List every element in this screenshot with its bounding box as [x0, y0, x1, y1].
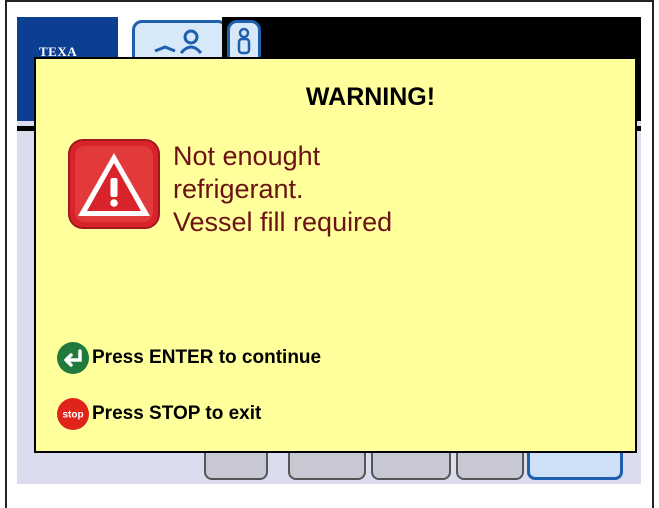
- enter-hint-text: Press ENTER to continue: [92, 347, 322, 368]
- warning-message: Not enought refrigerant. Vessel fill req…: [173, 140, 392, 239]
- stop-hint: stop Press STOP to exit: [56, 397, 261, 431]
- message-line-3: Vessel fill required: [173, 206, 393, 237]
- warning-icon: [67, 138, 161, 230]
- message-line-2: refrigerant.: [173, 173, 304, 204]
- stop-icon: stop: [57, 398, 89, 430]
- stop-hint-text: Press STOP to exit: [92, 403, 262, 424]
- stop-icon-label: stop: [62, 410, 83, 421]
- enter-hint: Press ENTER to continue: [56, 341, 321, 375]
- dialog-title: WARNING!: [305, 83, 436, 111]
- message-line-1: Not enought: [173, 141, 321, 171]
- enter-icon: [57, 342, 89, 374]
- frame-border-top: [5, 0, 654, 2]
- frame-border-right: [652, 0, 654, 508]
- frame-border-left: [5, 0, 7, 508]
- warning-dialog: WARNING! Not enought refrigerant. Vessel…: [34, 57, 637, 453]
